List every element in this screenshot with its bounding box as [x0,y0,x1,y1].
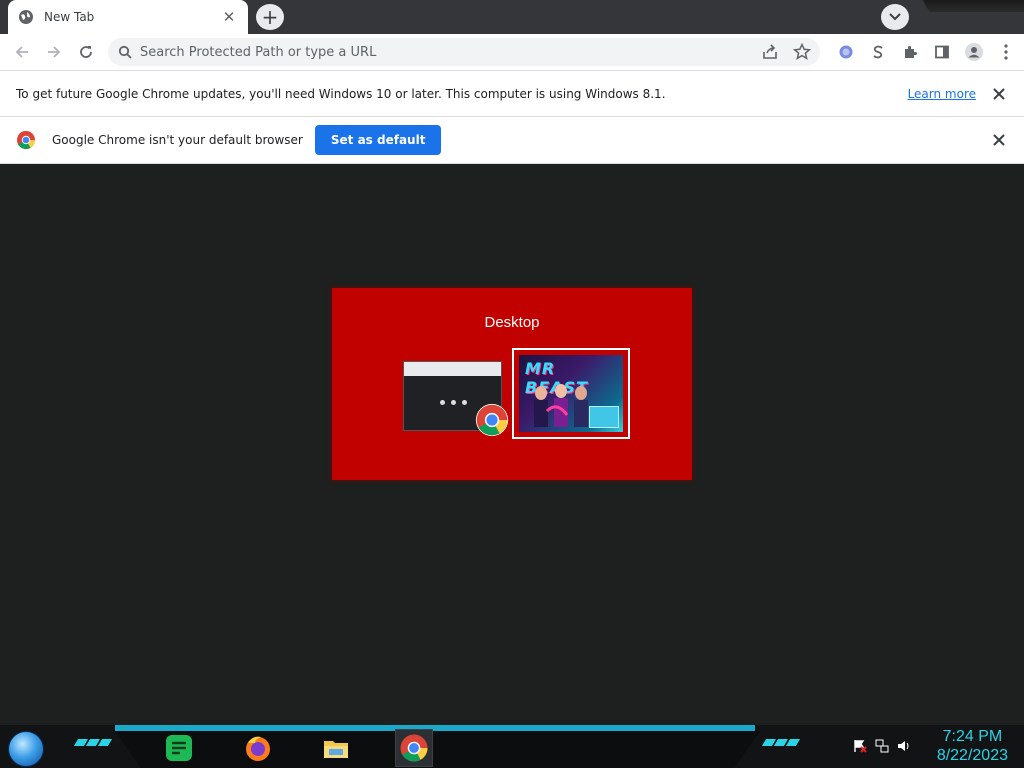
chrome-logo-icon [17,131,36,150]
bookmark-star-icon[interactable] [792,42,812,62]
toolbar [0,34,1024,70]
system-tray [852,739,912,753]
notes-app-icon [166,735,192,761]
back-button[interactable] [6,36,38,68]
new-tab-button[interactable]: + [256,4,284,30]
taskbar-file-explorer[interactable] [317,729,355,767]
side-panel-icon [935,45,949,59]
update-infobar: To get future Google Chrome updates, you… [0,70,1024,116]
avatar-icon [965,43,983,61]
default-browser-infobar: Google Chrome isn't your default browser… [0,116,1024,164]
taskbar-clock[interactable]: 7:24 PM 8/22/2023 [937,728,1008,766]
chrome-logo-icon [400,734,428,762]
omnibox-actions [760,42,812,62]
forward-button[interactable] [38,36,70,68]
close-icon [993,134,1005,146]
side-panel-button[interactable] [926,36,958,68]
taskbar-glow [115,725,755,731]
forward-arrow-icon [48,46,61,58]
tab-new-tab[interactable]: New Tab ✕ [8,0,248,34]
taskbar-decor-left [73,739,113,746]
new-tab-page: Desktop MR BEAST [0,165,1024,725]
puzzle-icon [905,46,917,58]
update-message: To get future Google Chrome updates, you… [16,86,666,101]
network-icon[interactable] [874,739,890,753]
profile-button[interactable] [958,36,990,68]
taskbar-firefox[interactable] [239,729,277,767]
chevron-down-icon [889,13,901,21]
clock-date: 8/22/2023 [936,747,1008,764]
set-as-default-button[interactable]: Set as default [314,125,442,155]
tab-search-button[interactable] [881,4,909,30]
start-button[interactable] [8,731,44,767]
taskbar-notes-app[interactable] [160,729,198,767]
taskbar: 7:24 PM 8/22/2023 [0,725,1024,768]
tab-title: New Tab [44,10,95,24]
taskbar-chrome[interactable] [395,729,433,767]
extension-s-icon [873,45,883,59]
learn-more-link[interactable]: Learn more [908,87,976,101]
tab-strip: New Tab ✕ + [0,0,1024,34]
volume-icon[interactable] [896,739,912,753]
globe-icon [19,10,33,24]
firefox-icon [246,736,270,761]
search-icon [118,45,132,59]
share-icon[interactable] [760,42,780,62]
chrome-logo-icon [475,403,509,437]
close-icon [993,87,1005,100]
extension-button[interactable] [862,36,894,68]
address-input[interactable] [140,44,820,60]
kebab-menu-icon [1004,44,1008,60]
clock-time: 7:24 PM [942,728,1003,745]
default-browser-message: Google Chrome isn't your default browser [52,133,303,147]
extension-icons [830,34,1022,70]
folder-icon [324,741,348,758]
omnibox[interactable] [108,38,820,66]
taskbar-strip [115,731,760,768]
extensions-button[interactable] [894,36,926,68]
reload-button[interactable] [70,36,102,68]
reload-icon [80,46,92,58]
extension-button[interactable] [830,36,862,68]
update-infobar-close-button[interactable] [990,85,1008,103]
extension-globe-icon [839,45,853,59]
default-infobar-close-button[interactable] [990,131,1008,149]
desktop-thumbnail[interactable]: MR BEAST [512,348,630,439]
taskbar-decor-right [761,739,801,746]
task-switcher: Desktop MR BEAST [332,288,692,480]
action-center-flag-icon[interactable] [852,739,868,753]
menu-button[interactable] [990,36,1022,68]
back-arrow-icon [15,46,28,58]
tab-close-icon[interactable]: ✕ [220,8,238,26]
task-switcher-title: Desktop [484,314,540,331]
desktop-window-mini [589,406,619,428]
